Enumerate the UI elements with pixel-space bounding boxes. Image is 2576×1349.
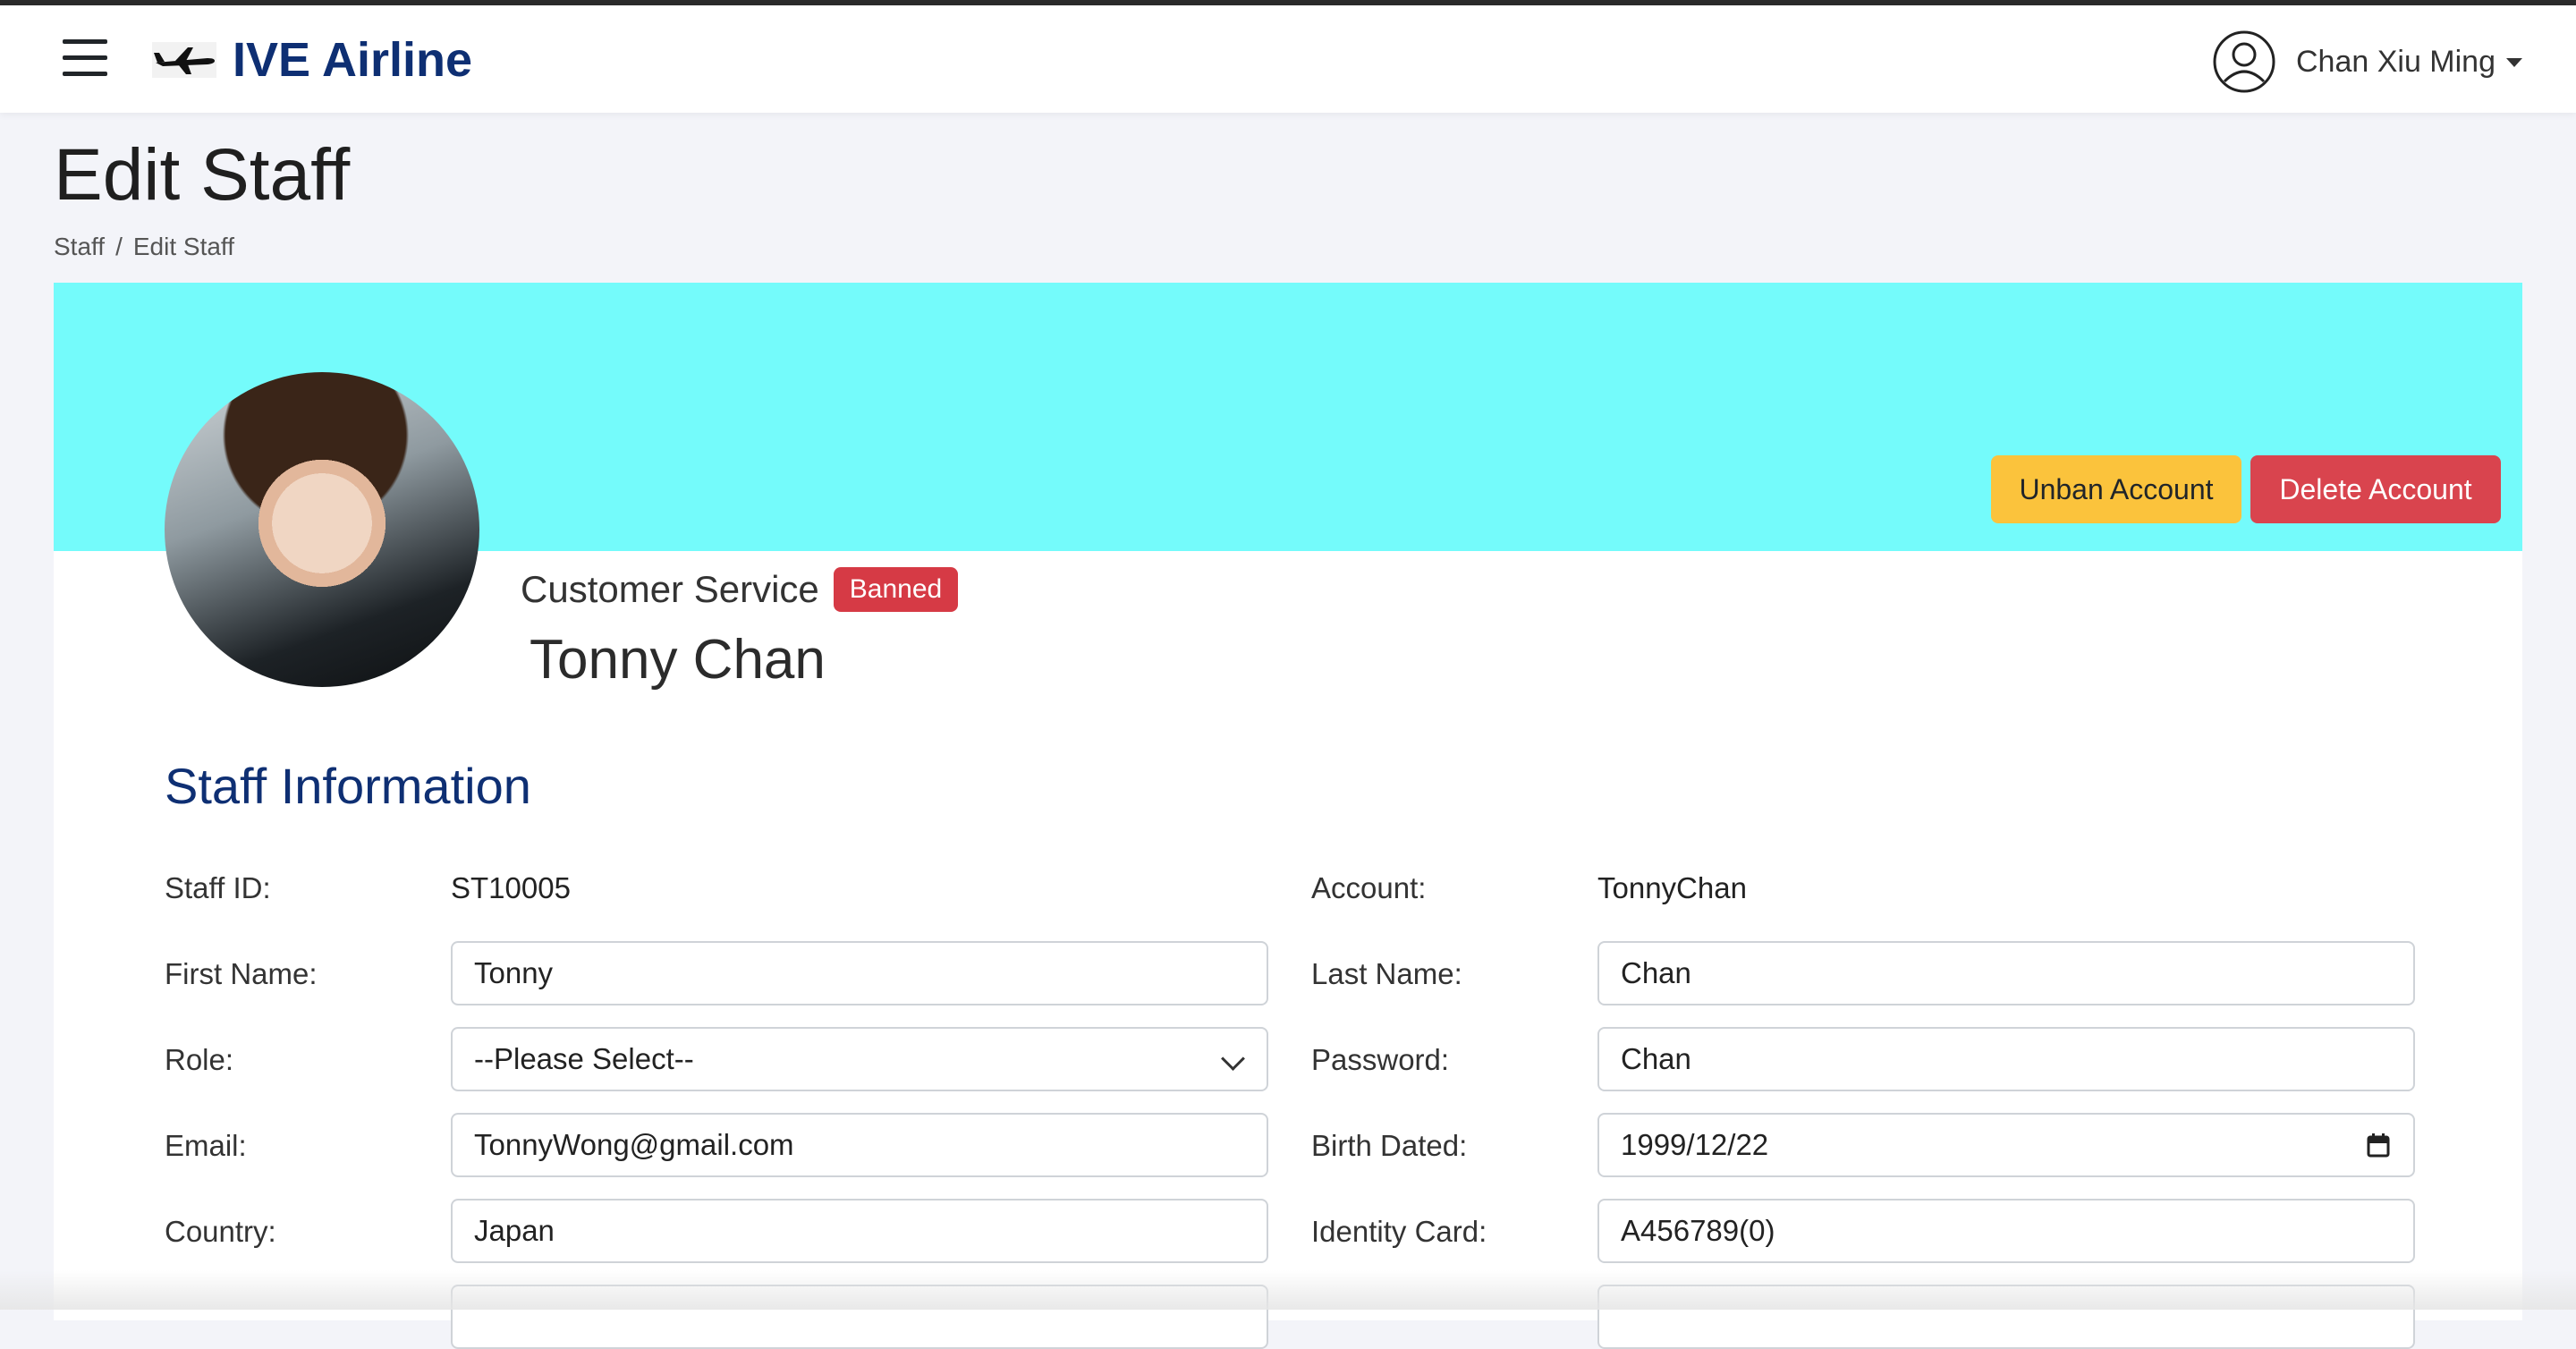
airplane-icon (152, 42, 216, 78)
staff-name: Tonny Chan (530, 629, 826, 691)
breadcrumb-staff[interactable]: Staff (54, 233, 105, 261)
user-menu[interactable]: Chan Xiu Ming (2212, 29, 2522, 95)
page-title: Edit Staff (54, 134, 351, 216)
email-label: Email: (165, 1129, 247, 1162)
last-name-field[interactable]: Chan (1597, 941, 2415, 1005)
brand-name: IVE Airline (233, 33, 473, 87)
calendar-icon[interactable] (2367, 1133, 2390, 1158)
status-badge: Banned (833, 567, 959, 612)
birth-date-value: 1999/12/22 (1621, 1128, 1769, 1161)
role-select-value: --Please Select-- (474, 1042, 694, 1075)
country-field[interactable]: Japan (451, 1199, 1268, 1263)
breadcrumb-separator: / (115, 233, 123, 260)
first-name-value: Tonny (474, 956, 554, 989)
breadcrumb-current: Edit Staff (132, 233, 234, 260)
staff-avatar (165, 372, 479, 687)
brand[interactable]: IVE Airline (152, 29, 472, 91)
section-title: Staff Information (165, 758, 531, 814)
account-value: TonnyChan (1597, 871, 1747, 904)
role-line: Customer Service Banned (521, 567, 959, 612)
staff-id-label: Staff ID: (165, 871, 271, 904)
user-name: Chan Xiu Ming (2295, 44, 2496, 79)
password-value: Chan (1621, 1042, 1691, 1075)
delete-account-button[interactable]: Delete Account (2250, 455, 2501, 523)
last-name-value: Chan (1621, 956, 1691, 989)
staff-role: Customer Service (521, 568, 819, 610)
bottom-fade (0, 1270, 2576, 1310)
last-name-label: Last Name: (1311, 957, 1462, 990)
user-circle-icon (2213, 30, 2275, 93)
country-label: Country: (165, 1215, 276, 1248)
chevron-down-icon (1221, 1047, 1245, 1071)
password-label: Password: (1311, 1043, 1450, 1076)
identity-card-field[interactable]: A456789(0) (1597, 1199, 2415, 1263)
password-field[interactable]: Chan (1597, 1027, 2415, 1091)
country-value: Japan (474, 1214, 555, 1247)
staff-card: Unban Account Delete Account Customer Se… (54, 283, 2522, 1349)
breadcrumb: Staff / Edit Staff (54, 233, 234, 261)
staff-id-value: ST10005 (451, 871, 571, 904)
birth-date-label: Birth Dated: (1311, 1129, 1468, 1162)
unban-account-button[interactable]: Unban Account (1991, 455, 2241, 523)
hamburger-icon[interactable] (63, 39, 107, 77)
caret-down-icon (2506, 58, 2522, 67)
first-name-field[interactable]: Tonny (451, 941, 1268, 1005)
role-label: Role: (165, 1043, 234, 1076)
email-value: TonnyWong@gmail.com (474, 1128, 794, 1161)
identity-card-label: Identity Card: (1311, 1215, 1487, 1248)
identity-card-value: A456789(0) (1621, 1214, 1775, 1247)
account-label: Account: (1311, 871, 1427, 904)
first-name-label: First Name: (165, 957, 318, 990)
birth-date-field[interactable]: 1999/12/22 (1597, 1113, 2415, 1177)
navbar: IVE Airline Chan Xiu Ming (0, 5, 2576, 113)
role-select[interactable]: --Please Select-- (451, 1027, 1268, 1091)
email-field[interactable]: TonnyWong@gmail.com (451, 1113, 1268, 1177)
